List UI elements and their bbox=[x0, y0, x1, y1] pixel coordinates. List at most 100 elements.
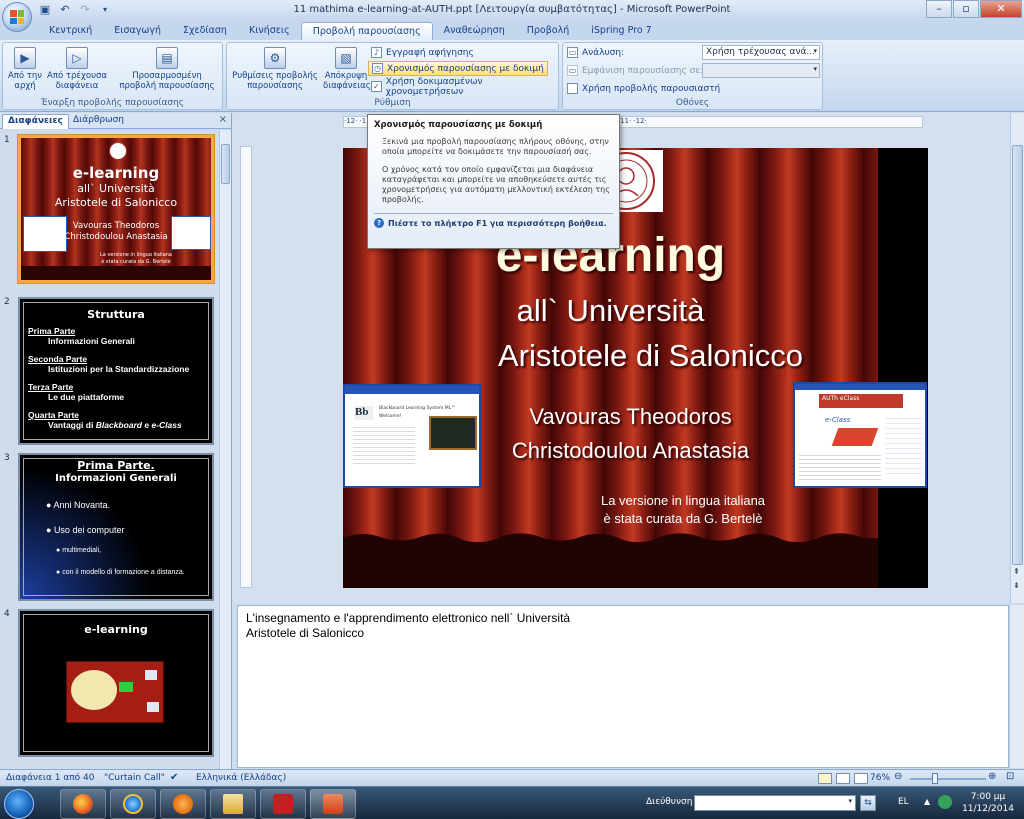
thumb-line: La versione in lingua italiana bbox=[100, 252, 172, 258]
slide-thumbnail-3[interactable]: Prima Parte. Informazioni Generali ● Ann… bbox=[18, 453, 214, 601]
from-current-slide-button[interactable]: ▷ Από τρέχουσα διαφάνεια bbox=[47, 45, 107, 91]
slide-show-view-icon[interactable] bbox=[854, 773, 868, 784]
university-seal-icon bbox=[109, 142, 127, 160]
custom-slideshow-button[interactable]: ▤ Προσαρμοσμένη προβολή παρουσίασης bbox=[113, 45, 221, 91]
blackboard-screenshot[interactable]: Bb Blackboard Learning System ML™ Welcom… bbox=[343, 384, 481, 488]
setup-label: Ρυθμίσεις προβολής παρουσίασης bbox=[232, 71, 318, 91]
eclass-banner: AUTh eClass bbox=[819, 394, 903, 408]
shot-left-welcome: Welcome! bbox=[379, 414, 402, 419]
clock[interactable]: 7:00 μμ 11/12/2014 bbox=[956, 791, 1020, 815]
pc-shape bbox=[145, 670, 157, 680]
pc-shape bbox=[147, 702, 159, 712]
shot-text-lines bbox=[799, 452, 881, 482]
slide-credit-2[interactable]: è stata curata da G. Bertelè bbox=[483, 511, 883, 526]
slide-scrollbar[interactable]: ⇞ ⇟ bbox=[1010, 113, 1024, 603]
thumb-number: 1 bbox=[4, 135, 10, 145]
folder-icon bbox=[223, 794, 243, 814]
office-button[interactable] bbox=[2, 2, 32, 32]
window-title: 11 mathima e-learning-at-AUTH.ppt [Λειτο… bbox=[293, 4, 731, 15]
notes-pane[interactable]: L'insegnamento e l'apprendimento elettro… bbox=[237, 605, 1009, 768]
tab-animations[interactable]: Κινήσεις bbox=[238, 22, 301, 40]
tab-home[interactable]: Κεντρική bbox=[38, 22, 103, 40]
resolution-row: ▭ Ανάλυση: bbox=[567, 45, 624, 60]
zoom-slider[interactable] bbox=[910, 778, 986, 780]
previous-slide-icon[interactable]: ⇞ bbox=[1013, 567, 1020, 576]
tray-app-icon[interactable] bbox=[938, 795, 952, 809]
address-input[interactable]: ▾ bbox=[694, 795, 856, 811]
show-on-label: Εμφάνιση παρουσίασης σε: bbox=[582, 65, 704, 76]
mendeley-icon bbox=[273, 794, 293, 814]
mendeley-taskbar-button[interactable] bbox=[260, 789, 306, 819]
thumb-line: è stata curata da G. Bertelè bbox=[101, 259, 171, 265]
shot-sidebar bbox=[885, 414, 923, 474]
slide-subtitle-line2[interactable]: Aristotele di Salonicco bbox=[383, 338, 918, 374]
use-timings-checkbox[interactable]: ✓ Χρήση δοκιμασμένων χρονομετρήσεων bbox=[371, 76, 558, 97]
powerpoint-taskbar-button[interactable] bbox=[310, 789, 356, 819]
slide-sorter-view-icon[interactable] bbox=[836, 773, 850, 784]
tab-ispring[interactable]: iSpring Pro 7 bbox=[580, 22, 662, 40]
minimize-button[interactable]: – bbox=[926, 0, 952, 18]
zoom-level[interactable]: 76% bbox=[870, 773, 890, 783]
fit-slide-icon[interactable]: ⊡ bbox=[1006, 771, 1014, 782]
slide-subtitle-line1[interactable]: all` Università bbox=[343, 293, 878, 329]
group-start-slideshow: ▶ Από την αρχή ▷ Από τρέχουσα διαφάνεια … bbox=[2, 42, 223, 110]
media-player-taskbar-button[interactable] bbox=[160, 789, 206, 819]
start-button[interactable] bbox=[4, 789, 34, 819]
tab-view[interactable]: Προβολή bbox=[516, 22, 581, 40]
tray-arrow-icon[interactable]: ▲ bbox=[924, 797, 930, 806]
close-button[interactable]: ✕ bbox=[980, 0, 1022, 18]
rehearse-timings-button[interactable]: ◷ Χρονισμός παρουσίασης με δοκιμή bbox=[368, 61, 548, 76]
thumb-floor bbox=[21, 266, 211, 280]
tab-slides[interactable]: Διαφάνειες bbox=[2, 114, 69, 129]
tab-slide-show[interactable]: Προβολή παρουσίασης bbox=[300, 22, 433, 40]
slide-thumbnail-1[interactable]: e-learning all` Università Aristotele di… bbox=[17, 134, 215, 284]
slide-thumbnail-4[interactable]: e-learning bbox=[18, 609, 214, 757]
tab-review[interactable]: Αναθεώρηση bbox=[433, 22, 516, 40]
tab-design[interactable]: Σχεδίαση bbox=[172, 22, 238, 40]
eclass-screenshot[interactable]: AUTh eClass e-Class bbox=[793, 382, 927, 488]
address-go-button[interactable]: ⇆ bbox=[860, 795, 876, 811]
tab-outline[interactable]: Διάρθρωση bbox=[68, 114, 129, 129]
zoom-slider-thumb[interactable] bbox=[932, 773, 938, 784]
language-indicator[interactable]: Ελληνικά (Ελλάδας) bbox=[196, 773, 286, 783]
chevron-down-icon[interactable]: ▾ bbox=[848, 797, 852, 805]
tooltip-help-text: Πιέστε το πλήκτρο F1 για περισσότερη βοή… bbox=[388, 218, 607, 228]
next-slide-icon[interactable]: ⇟ bbox=[1013, 581, 1020, 590]
chevron-down-icon: ▾ bbox=[813, 47, 817, 55]
custom-show-icon: ▤ bbox=[156, 47, 178, 69]
tab-insert[interactable]: Εισαγωγή bbox=[103, 22, 172, 40]
spell-check-icon[interactable]: ✔ bbox=[170, 772, 178, 783]
slides-panel: Διαφάνειες Διάρθρωση × 1 e-learning all`… bbox=[0, 113, 232, 769]
firefox-taskbar-button[interactable] bbox=[60, 789, 106, 819]
zoom-out-icon[interactable]: ⊖ bbox=[894, 771, 902, 782]
zoom-in-icon[interactable]: ⊕ bbox=[988, 771, 996, 782]
explorer-taskbar-button[interactable] bbox=[210, 789, 256, 819]
thumb-bullet: ● Anni Novanta. bbox=[46, 500, 110, 510]
notes-scrollbar[interactable] bbox=[1009, 605, 1024, 768]
ie-taskbar-button[interactable] bbox=[110, 789, 156, 819]
thumb-title: e-learning bbox=[72, 164, 160, 182]
resolution-select[interactable]: Χρήση τρέχουσας ανά... ▾ bbox=[702, 45, 820, 60]
slide-credit-1[interactable]: La versione in lingua italiana bbox=[483, 493, 883, 508]
slide-thumbnail-2[interactable]: Struttura Prima Parte Informazioni Gener… bbox=[18, 297, 214, 445]
setup-icon: ⚙ bbox=[264, 47, 286, 69]
presenter-view-checkbox[interactable]: Χρήση προβολής παρουσιαστή bbox=[567, 81, 720, 96]
from-beginning-button[interactable]: ▶ Από την αρχή bbox=[5, 45, 45, 91]
use-timings-label: Χρήση δοκιμασμένων χρονομετρήσεων bbox=[385, 76, 483, 97]
thumbnails-scrollbar[interactable] bbox=[219, 130, 231, 769]
cloud-shape bbox=[71, 670, 117, 710]
setup-slideshow-button[interactable]: ⚙ Ρυθμίσεις προβολής παρουσίασης bbox=[229, 45, 321, 91]
language-tray[interactable]: EL bbox=[898, 797, 909, 807]
scrollbar-thumb[interactable] bbox=[221, 144, 230, 184]
normal-view-icon[interactable] bbox=[818, 773, 832, 784]
thumb-line: Christodoulou Anastasia bbox=[64, 232, 168, 242]
hide-slide-button[interactable]: ▧ Απόκρυψη διαφάνειας bbox=[323, 45, 371, 91]
scrollbar-thumb[interactable] bbox=[1012, 145, 1023, 565]
record-narration-button[interactable]: ♪ Εγγραφή αφήγησης bbox=[371, 45, 474, 60]
group-label-setup: Ρύθμιση bbox=[374, 98, 411, 108]
thumb-line: Aristotele di Salonicco bbox=[54, 196, 178, 209]
display-icon: ▭ bbox=[567, 65, 578, 76]
maximize-button[interactable]: ▫ bbox=[953, 0, 979, 18]
show-on-select[interactable]: ▾ bbox=[702, 63, 820, 78]
close-panel-icon[interactable]: × bbox=[219, 114, 227, 125]
